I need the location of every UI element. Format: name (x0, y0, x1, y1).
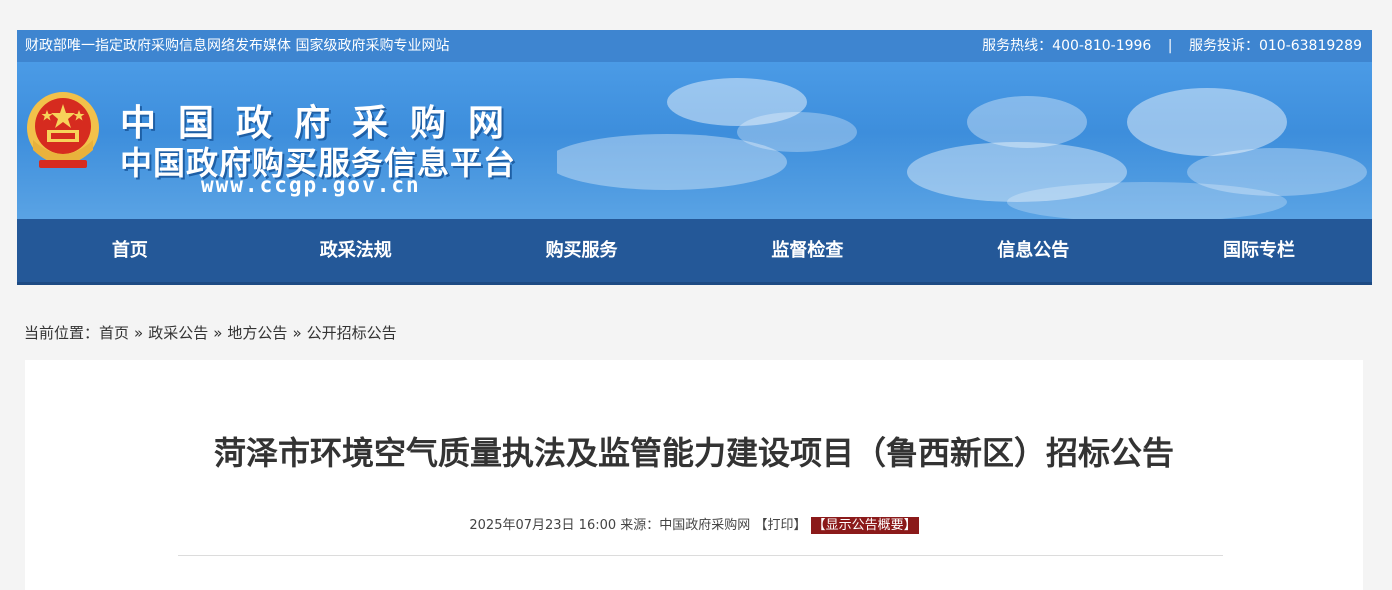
contact-separator: | (1167, 38, 1173, 54)
breadcrumb-local-announcements[interactable]: 地方公告 (227, 324, 287, 342)
article-meta: 2025年07月23日 16:00 来源：中国政府采购网 【打印】 【显示公告概… (25, 514, 1363, 534)
site-url: www.ccgp.gov.cn (201, 173, 421, 197)
nav-item-announcements[interactable]: 信息公告 (920, 219, 1146, 282)
divider (178, 555, 1223, 556)
breadcrumb-arrow: » (213, 324, 223, 342)
article-title: 菏泽市环境空气质量执法及监管能力建设项目（鲁西新区）招标公告 (213, 434, 1174, 472)
breadcrumb-home[interactable]: 首页 (99, 324, 129, 342)
main-nav: 首页 政采法规 购买服务 监督检查 信息公告 国际专栏 (17, 219, 1372, 285)
cloud-decoration (557, 78, 1367, 219)
publish-date: 2025年07月23日 16:00 (469, 518, 617, 533)
show-summary-button[interactable]: 【显示公告概要】 (810, 517, 919, 534)
national-emblem-icon (27, 92, 99, 168)
nav-item-home[interactable]: 首页 (17, 219, 243, 282)
breadcrumb-gov-announcements[interactable]: 政采公告 (148, 324, 208, 342)
breadcrumb-prefix: 当前位置： (24, 324, 100, 342)
site-slogan: 财政部唯一指定政府采购信息网络发布媒体 国家级政府采购专业网站 (25, 38, 450, 54)
service-complaint: 服务投诉：010-63819289 (1188, 38, 1362, 54)
nav-item-international[interactable]: 国际专栏 (1146, 219, 1372, 282)
source-label: 来源： (620, 518, 660, 533)
breadcrumb: 当前位置：首页» 政采公告» 地方公告» 公开招标公告 (24, 322, 397, 343)
print-button[interactable]: 【打印】 (754, 518, 806, 533)
site-banner: 中国政府采购网 中国政府购买服务信息平台 www.ccgp.gov.cn (17, 62, 1372, 219)
service-hotline: 服务热线：400-810-1996 (982, 38, 1152, 54)
breadcrumb-arrow: » (134, 324, 144, 342)
breadcrumb-arrow: » (292, 324, 302, 342)
nav-item-supervision[interactable]: 监督检查 (694, 219, 920, 282)
contact-info: 服务热线：400-810-1996 | 服务投诉：010-63819289 (982, 30, 1362, 62)
nav-item-purchase-services[interactable]: 购买服务 (469, 219, 695, 282)
top-info-bar: 财政部唯一指定政府采购信息网络发布媒体 国家级政府采购专业网站 服务热线：400… (17, 30, 1372, 62)
breadcrumb-public-tender[interactable]: 公开招标公告 (307, 324, 397, 342)
nav-item-regulations[interactable]: 政采法规 (243, 219, 469, 282)
article-panel: 菏泽市环境空气质量执法及监管能力建设项目（鲁西新区）招标公告 2025年07月2… (25, 360, 1363, 590)
source-name: 中国政府采购网 (659, 518, 751, 533)
